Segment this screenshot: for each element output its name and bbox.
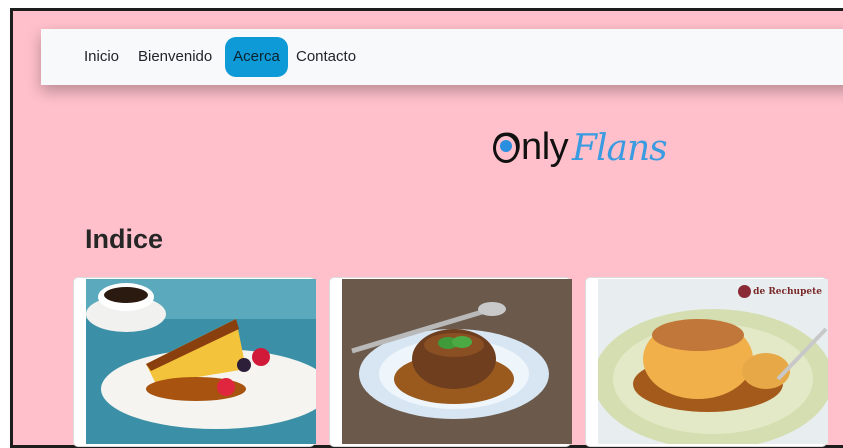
page-title: Indice bbox=[85, 224, 164, 254]
watermark-logo: de Rechupete bbox=[738, 285, 822, 298]
card-image-flan-chocolate bbox=[342, 279, 572, 444]
nav-link-acerca[interactable]: Acerca bbox=[225, 37, 288, 77]
browser-top-strip bbox=[0, 0, 843, 8]
card-flan-3[interactable]: de Rechupete bbox=[585, 277, 828, 447]
watermark-text: de Rechupete bbox=[753, 287, 822, 297]
brand-logo: Only Flans bbox=[492, 124, 672, 178]
card-image-flan-berries bbox=[86, 279, 316, 444]
card-flan-1[interactable] bbox=[73, 277, 316, 447]
navbar: Inicio Bienvenido Acerca Contacto bbox=[41, 29, 843, 85]
nav-link-bienvenido[interactable]: Bienvenido bbox=[138, 37, 212, 77]
card-image-flan-coconut: de Rechupete bbox=[598, 279, 828, 444]
nav-link-inicio[interactable]: Inicio bbox=[84, 37, 119, 77]
logo-dot-icon bbox=[500, 140, 512, 152]
nav-link-contacto[interactable]: Contacto bbox=[296, 37, 356, 77]
card-flan-2[interactable] bbox=[329, 277, 572, 447]
logo-text-flans: Flans bbox=[572, 128, 668, 169]
